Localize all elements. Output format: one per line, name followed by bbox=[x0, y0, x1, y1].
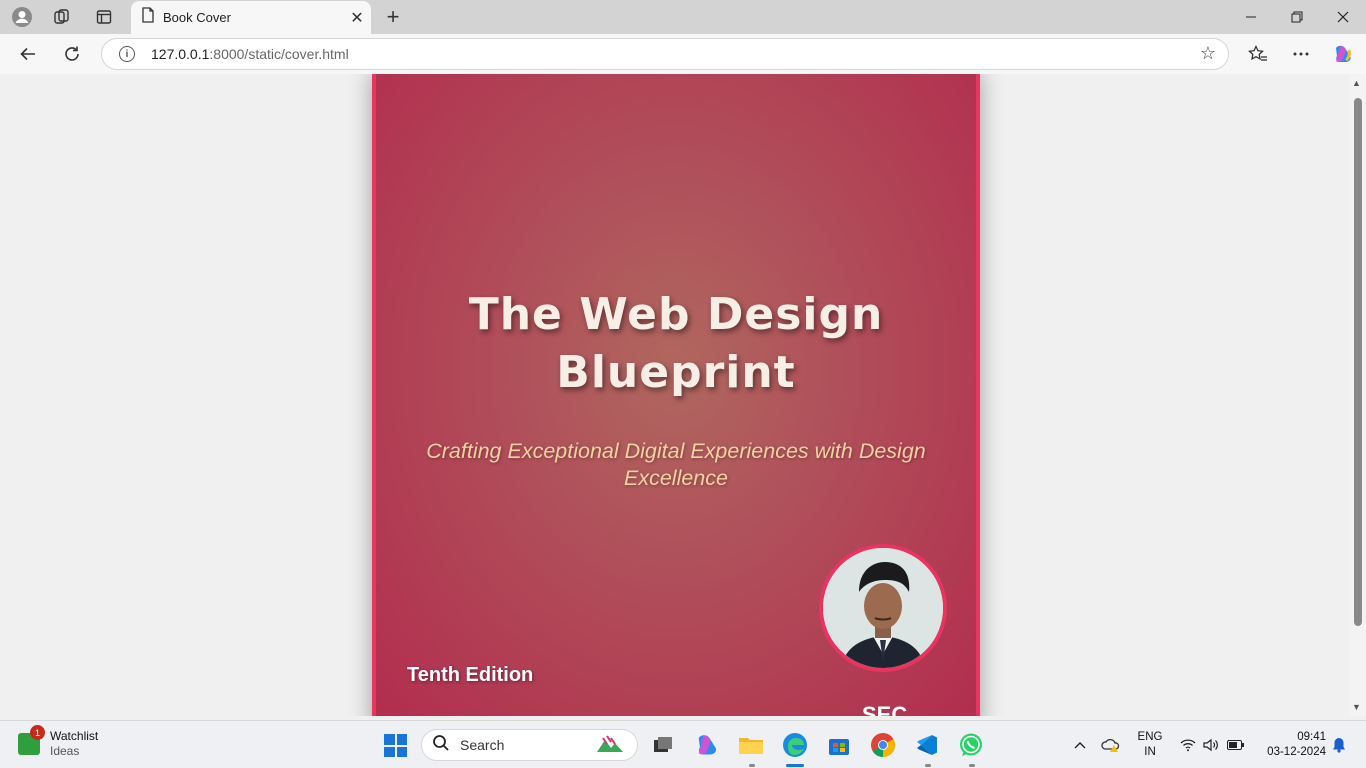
browser-toolbar: i 127.0.0.1:8000/static/cover.html ☆ bbox=[0, 34, 1366, 74]
widgets-button[interactable]: 1 Watchlist Ideas bbox=[18, 725, 98, 759]
book-subtitle-line-2: Excellence bbox=[624, 466, 728, 490]
widget-subtitle: Ideas bbox=[50, 744, 80, 758]
wifi-icon[interactable] bbox=[1178, 721, 1198, 768]
active-app-indicator bbox=[786, 764, 804, 767]
tab-book-cover[interactable]: Book Cover ✕ bbox=[131, 1, 371, 34]
widget-title: Watchlist bbox=[50, 729, 99, 743]
language-indicator[interactable]: ENG IN bbox=[1135, 730, 1165, 760]
copilot-icon[interactable] bbox=[1327, 38, 1359, 70]
vertical-scrollbar[interactable]: ▲ ▼ bbox=[1349, 74, 1366, 716]
watchlist-icon: 1 bbox=[18, 725, 45, 755]
close-tab-icon[interactable]: ✕ bbox=[343, 4, 371, 32]
taskbar: 1 Watchlist Ideas Search ENG IN 09:41 03… bbox=[0, 720, 1366, 768]
battery-icon[interactable] bbox=[1226, 721, 1246, 768]
page-icon bbox=[141, 7, 155, 28]
book-title: The Web Design Blueprint bbox=[376, 286, 976, 402]
profile-icon[interactable] bbox=[8, 4, 36, 30]
taskbar-search[interactable]: Search bbox=[421, 729, 638, 761]
book-title-line-2: Blueprint bbox=[556, 347, 796, 398]
search-label: Search bbox=[460, 737, 505, 753]
cover-partial-text: SEC bbox=[862, 702, 908, 716]
author-photo bbox=[819, 544, 947, 672]
scroll-thumb[interactable] bbox=[1354, 98, 1362, 626]
back-button[interactable] bbox=[12, 38, 44, 70]
workspaces-icon[interactable] bbox=[48, 4, 76, 30]
page-viewport: The Web Design Blueprint Crafting Except… bbox=[0, 74, 1349, 716]
new-tab-button[interactable]: + bbox=[380, 4, 406, 30]
start-button[interactable] bbox=[384, 734, 407, 757]
scroll-down-arrow-icon[interactable]: ▼ bbox=[1352, 702, 1361, 712]
notification-bell-icon[interactable] bbox=[1330, 721, 1348, 768]
running-indicator bbox=[749, 764, 755, 767]
vscode-icon[interactable] bbox=[912, 730, 942, 760]
widget-text: Watchlist Ideas bbox=[50, 729, 98, 759]
task-view-icon[interactable] bbox=[648, 730, 678, 760]
notification-badge: 1 bbox=[30, 725, 45, 740]
running-indicator bbox=[969, 764, 975, 767]
search-icon bbox=[432, 734, 450, 757]
browser-titlebar: Book Cover ✕ + bbox=[0, 0, 1366, 34]
language-line-2: IN bbox=[1144, 746, 1156, 758]
scroll-up-arrow-icon[interactable]: ▲ bbox=[1352, 78, 1361, 88]
onedrive-warning-icon[interactable] bbox=[1098, 721, 1124, 768]
system-clock[interactable]: 09:41 03-12-2024 bbox=[1256, 730, 1326, 760]
book-cover: The Web Design Blueprint Crafting Except… bbox=[372, 74, 980, 716]
edition-label: Tenth Edition bbox=[407, 664, 534, 686]
book-subtitle: Crafting Exceptional Digital Experiences… bbox=[416, 438, 936, 492]
chrome-icon[interactable] bbox=[868, 730, 898, 760]
copilot-taskbar-icon[interactable] bbox=[692, 730, 722, 760]
microsoft-store-icon[interactable] bbox=[824, 730, 854, 760]
running-indicator bbox=[925, 764, 931, 767]
restore-button[interactable] bbox=[1274, 0, 1320, 34]
favorite-star-icon[interactable]: ☆ bbox=[1200, 43, 1216, 64]
tab-actions-icon[interactable] bbox=[90, 4, 118, 30]
language-line-1: ENG bbox=[1137, 731, 1163, 743]
edge-browser-icon[interactable] bbox=[780, 730, 810, 760]
favorites-icon[interactable] bbox=[1242, 38, 1274, 70]
minimize-button[interactable] bbox=[1228, 0, 1274, 34]
search-highlight-icon bbox=[593, 732, 627, 759]
url-path: :8000/static/cover.html bbox=[209, 46, 349, 62]
whatsapp-icon[interactable] bbox=[956, 730, 986, 760]
info-icon[interactable]: i bbox=[119, 46, 135, 62]
close-window-button[interactable] bbox=[1320, 0, 1366, 34]
file-explorer-icon[interactable] bbox=[736, 730, 766, 760]
tab-title: Book Cover bbox=[163, 10, 231, 25]
book-subtitle-line-1: Crafting Exceptional Digital Experiences… bbox=[426, 439, 926, 463]
clock-date: 03-12-2024 bbox=[1267, 746, 1326, 758]
more-menu-icon[interactable] bbox=[1285, 38, 1317, 70]
show-hidden-icons-chevron-icon[interactable] bbox=[1068, 721, 1092, 768]
clock-time: 09:41 bbox=[1297, 731, 1326, 743]
url-text: 127.0.0.1:8000/static/cover.html bbox=[151, 46, 349, 62]
url-host: 127.0.0.1 bbox=[151, 46, 210, 62]
refresh-button[interactable] bbox=[56, 38, 88, 70]
address-bar[interactable]: i 127.0.0.1:8000/static/cover.html ☆ bbox=[101, 38, 1229, 70]
book-title-line-1: The Web Design bbox=[468, 289, 884, 340]
volume-icon[interactable] bbox=[1201, 721, 1221, 768]
